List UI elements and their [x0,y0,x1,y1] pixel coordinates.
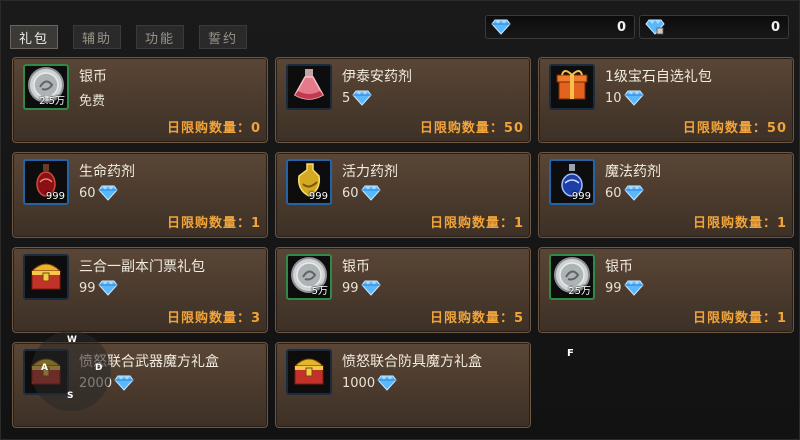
key-s-label: S [67,391,74,401]
item-daily-limit: 日限购数量：1 [692,216,787,231]
item-price: 60 [605,185,644,201]
diamond-price-icon [623,185,644,201]
item-price-value: 99 [79,280,96,296]
item-name: 生命药剂 [79,164,135,180]
red-potion-flask-icon [289,66,329,108]
item-price-value: 5 [342,90,351,106]
item-daily-limit: 日限购数量：5 [429,311,524,326]
bound-diamond-balance: 0 [639,15,789,39]
shop-item-card[interactable]: 2.5万 银币 免费 日限购数量：0 [12,57,268,143]
item-price-value: 60 [605,185,622,201]
item-price: 99 [342,280,381,296]
item-price: 5 [342,90,372,106]
treasure-chest-icon [26,256,66,298]
key-f-label: F [567,348,574,359]
item-icon-slot[interactable]: 999 [549,159,595,205]
blue-diamond-lock-icon [645,19,665,35]
tab-function[interactable]: 功能 [136,25,184,49]
item-name: 愤怒联合防具魔方礼盒 [342,354,482,370]
item-icon-slot[interactable] [23,254,69,300]
item-price: 10 [605,90,644,106]
shop-item-card[interactable]: 999 生命药剂 60 日限购数量：1 [12,152,268,238]
item-price-value: 60 [79,185,96,201]
item-stack-count: 999 [45,191,65,202]
item-icon-slot[interactable]: 999 [23,159,69,205]
shop-item-card[interactable]: 999 魔法药剂 60 日限购数量：1 [538,152,794,238]
item-name: 魔法药剂 [605,164,661,180]
item-price: 99 [79,280,118,296]
shop-item-card[interactable]: 愤怒联合防具魔方礼盒 1000 [275,342,531,428]
item-name: 银币 [605,259,633,275]
item-price-value: 99 [605,280,622,296]
diamond-price-icon [623,280,644,296]
key-w-label: W [67,335,77,345]
shop-item-card[interactable]: 999 活力药剂 60 日限购数量：1 [275,152,531,238]
item-icon-slot[interactable] [286,64,332,110]
item-price-value: 60 [342,185,359,201]
item-daily-limit: 日限购数量：50 [682,121,787,136]
item-price: 60 [342,185,381,201]
item-name: 活力药剂 [342,164,398,180]
item-stack-count: 999 [308,191,328,202]
shop-tabs: 礼包 辅助 功能 誓约 [10,25,247,49]
key-d-label: D [95,363,103,373]
key-a-label: A [41,363,48,373]
item-price-value: 99 [342,280,359,296]
item-name: 1级宝石自选礼包 [605,69,712,85]
blue-diamond-icon [491,19,511,35]
item-name: 伊泰安药剂 [342,69,412,85]
item-name: 银币 [342,259,370,275]
item-stack-count: 25万 [568,286,591,297]
item-price: 99 [605,280,644,296]
item-name: 三合一副本门票礼包 [79,259,205,275]
item-daily-limit: 日限购数量：1 [429,216,524,231]
item-price-value: 10 [605,90,622,106]
diamond-price-icon [360,185,381,201]
item-daily-limit: 日限购数量：50 [419,121,524,136]
item-stack-count: 2.5万 [39,96,65,107]
item-stack-count: 999 [571,191,591,202]
diamond-price-icon [352,90,372,106]
treasure-chest-icon [289,351,329,393]
tab-oath[interactable]: 誓约 [199,25,247,49]
item-icon-slot[interactable] [549,64,595,110]
item-price: 免费 [79,90,105,109]
tab-auxiliary[interactable]: 辅助 [73,25,121,49]
shop-item-card[interactable]: 伊泰安药剂 5 日限购数量：50 [275,57,531,143]
item-grid: 2.5万 银币 免费 日限购数量：0 伊泰安药剂 5 日限购数量：50 1级宝石… [12,57,794,428]
shop-item-card[interactable]: 25万 银币 99 日限购数量：1 [538,247,794,333]
orange-gift-box-icon [552,66,592,108]
shop-item-card[interactable]: 1级宝石自选礼包 10 日限购数量：50 [538,57,794,143]
item-price-value: 免费 [79,94,106,109]
item-icon-slot[interactable]: 5万 [286,254,332,300]
diamond-price-icon [623,90,644,106]
shop-window: 礼包 辅助 功能 誓约 0 0 2.5万 银币 免费 日限购数量：0 伊泰安药剂… [0,0,800,440]
item-icon-slot[interactable] [286,349,332,395]
diamond-price-icon [97,280,118,296]
item-icon-slot[interactable]: 2.5万 [23,64,69,110]
diamond-price-icon [97,185,118,201]
diamond-price-icon [114,375,134,391]
item-daily-limit: 日限购数量：1 [166,216,261,231]
shop-item-card[interactable]: 三合一副本门票礼包 99 日限购数量：3 [12,247,268,333]
shop-item-card[interactable]: 5万 银币 99 日限购数量：5 [275,247,531,333]
item-daily-limit: 日限购数量：0 [166,121,261,136]
diamond-price-icon [377,375,397,391]
diamond-price-icon [360,280,381,296]
item-name: 银币 [79,69,107,85]
tab-gift-pack[interactable]: 礼包 [10,25,58,49]
diamond-balance-value: 0 [616,19,626,35]
virtual-joystick[interactable]: W A S D [31,331,111,411]
item-price: 60 [79,185,118,201]
diamond-balance: 0 [485,15,635,39]
item-daily-limit: 日限购数量：3 [166,311,261,326]
item-price: 1000 [342,375,397,391]
item-stack-count: 5万 [311,286,328,297]
item-icon-slot[interactable]: 999 [286,159,332,205]
item-icon-slot[interactable]: 25万 [549,254,595,300]
item-daily-limit: 日限购数量：1 [692,311,787,326]
bound-diamond-balance-value: 0 [770,19,780,35]
item-price-value: 1000 [342,375,376,391]
